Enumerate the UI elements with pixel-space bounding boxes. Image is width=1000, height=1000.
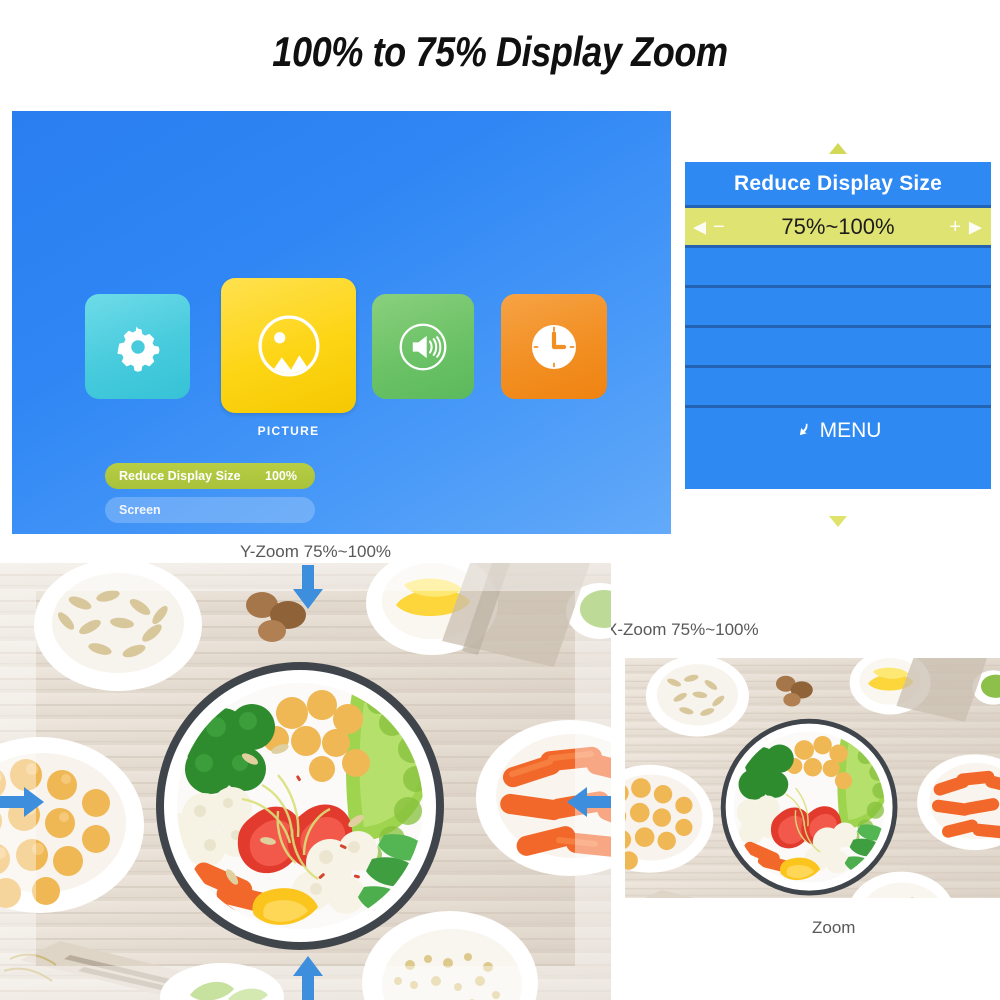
osd-blank-row[interactable] <box>685 288 991 328</box>
osd-blank-row[interactable] <box>685 248 991 288</box>
plus-icon[interactable]: + <box>949 217 961 237</box>
prev-arrow-icon[interactable]: ◀ <box>693 218 706 235</box>
photo-large-original <box>0 563 611 1000</box>
tv-row-reduce-display-size[interactable]: Reduce Display Size 100% <box>105 463 315 489</box>
caption-x-zoom: X-Zoom 75%~100% <box>606 620 759 639</box>
zoom-arrow-left-icon <box>567 785 611 819</box>
zoom-arrow-down-icon <box>291 565 325 609</box>
tv-row-reduce-value: 100% <box>265 469 297 483</box>
food-bowl-illustration-reduced <box>625 658 1000 898</box>
tv-row-reduce-label: Reduce Display Size <box>119 469 241 483</box>
gear-icon <box>112 321 164 373</box>
osd-value-row[interactable]: ◀ − 75%~100% + ▶ <box>685 208 991 248</box>
page-title: 100% to 75% Display Zoom <box>272 28 728 75</box>
osd-blank-row[interactable] <box>685 328 991 368</box>
tv-row-screen-label: Screen <box>119 503 161 517</box>
tile-picture[interactable] <box>221 278 356 413</box>
osd-menu-label: MENU <box>819 419 882 442</box>
tile-time[interactable] <box>501 294 607 399</box>
clock-icon <box>526 319 582 375</box>
tv-screen-preview: PICTURE Reduce Display Size 100% Screen <box>12 111 671 534</box>
tile-settings[interactable] <box>85 294 190 399</box>
osd-panel: Reduce Display Size ◀ − 75%~100% + ▶ MEN… <box>685 162 991 489</box>
photo-small-reduced <box>625 658 1000 898</box>
minus-icon[interactable]: − <box>713 217 725 237</box>
caption-y-zoom: Y-Zoom 75%~100% <box>240 542 392 561</box>
caption-zoom: Zoom <box>812 918 856 937</box>
tv-row-screen[interactable]: Screen <box>105 497 315 523</box>
back-arrow-icon <box>795 421 812 442</box>
zoom-arrow-up-icon <box>291 956 325 1000</box>
osd-blank-row[interactable] <box>685 368 991 408</box>
food-bowl-illustration <box>0 563 611 1000</box>
osd-title: Reduce Display Size <box>685 162 991 208</box>
tile-sound[interactable] <box>372 294 474 399</box>
scroll-up-triangle-icon[interactable] <box>829 143 847 154</box>
selected-tile-label: PICTURE <box>257 424 320 438</box>
picture-icon <box>256 313 322 379</box>
scroll-down-triangle-icon[interactable] <box>829 516 847 527</box>
osd-panel-wrapper: Reduce Display Size ◀ − 75%~100% + ▶ MEN… <box>685 140 991 530</box>
zoom-arrow-right-icon <box>0 785 44 819</box>
tv-menu-tile-row <box>12 111 671 413</box>
next-arrow-icon[interactable]: ▶ <box>969 218 982 235</box>
osd-menu-row[interactable]: MENU <box>685 408 991 454</box>
speaker-icon <box>397 321 449 373</box>
osd-value-text: 75%~100% <box>781 213 895 239</box>
